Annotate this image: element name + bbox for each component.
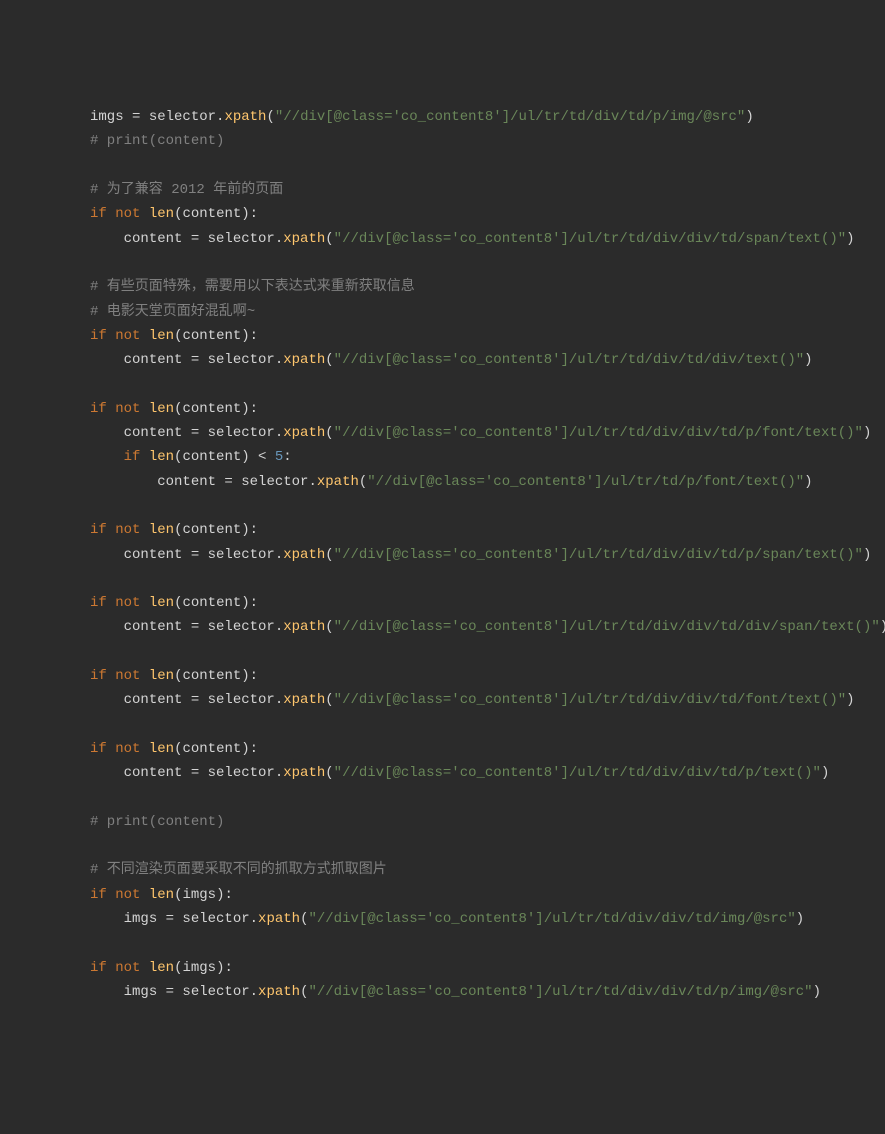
code-line: imgs = selector.xpath("//div[@class='co_… xyxy=(90,105,885,129)
code-line xyxy=(90,713,885,737)
code-line xyxy=(90,372,885,396)
code-line: content = selector.xpath("//div[@class='… xyxy=(90,227,885,251)
code-line: if len(content) < 5: xyxy=(90,445,885,469)
code-line xyxy=(90,154,885,178)
code-line: if not len(imgs): xyxy=(90,956,885,980)
code-line xyxy=(90,640,885,664)
code-editor: imgs = selector.xpath("//div[@class='co_… xyxy=(90,105,885,1004)
code-line: content = selector.xpath("//div[@class='… xyxy=(90,348,885,372)
code-line xyxy=(90,834,885,858)
code-line: # 为了兼容 2012 年前的页面 xyxy=(90,178,885,202)
code-line: if not len(content): xyxy=(90,202,885,226)
code-line: if not len(content): xyxy=(90,324,885,348)
code-line: # 不同渲染页面要采取不同的抓取方式抓取图片 xyxy=(90,858,885,882)
code-line: content = selector.xpath("//div[@class='… xyxy=(90,543,885,567)
code-line xyxy=(90,931,885,955)
code-line: # print(content) xyxy=(90,810,885,834)
code-line: if not len(content): xyxy=(90,591,885,615)
code-line: if not len(content): xyxy=(90,664,885,688)
code-line: content = selector.xpath("//div[@class='… xyxy=(90,470,885,494)
code-line: # 有些页面特殊，需要用以下表达式来重新获取信息 xyxy=(90,275,885,299)
code-line xyxy=(90,567,885,591)
code-line xyxy=(90,251,885,275)
code-line: content = selector.xpath("//div[@class='… xyxy=(90,688,885,712)
code-line xyxy=(90,494,885,518)
code-line: content = selector.xpath("//div[@class='… xyxy=(90,421,885,445)
code-line: # 电影天堂页面好混乱啊~ xyxy=(90,300,885,324)
code-line: imgs = selector.xpath("//div[@class='co_… xyxy=(90,907,885,931)
code-line: if not len(content): xyxy=(90,397,885,421)
code-line: if not len(content): xyxy=(90,518,885,542)
code-line: if not len(imgs): xyxy=(90,883,885,907)
code-line: content = selector.xpath("//div[@class='… xyxy=(90,615,885,639)
code-line: imgs = selector.xpath("//div[@class='co_… xyxy=(90,980,885,1004)
code-line: if not len(content): xyxy=(90,737,885,761)
code-line xyxy=(90,786,885,810)
code-line: content = selector.xpath("//div[@class='… xyxy=(90,761,885,785)
code-line: # print(content) xyxy=(90,129,885,153)
